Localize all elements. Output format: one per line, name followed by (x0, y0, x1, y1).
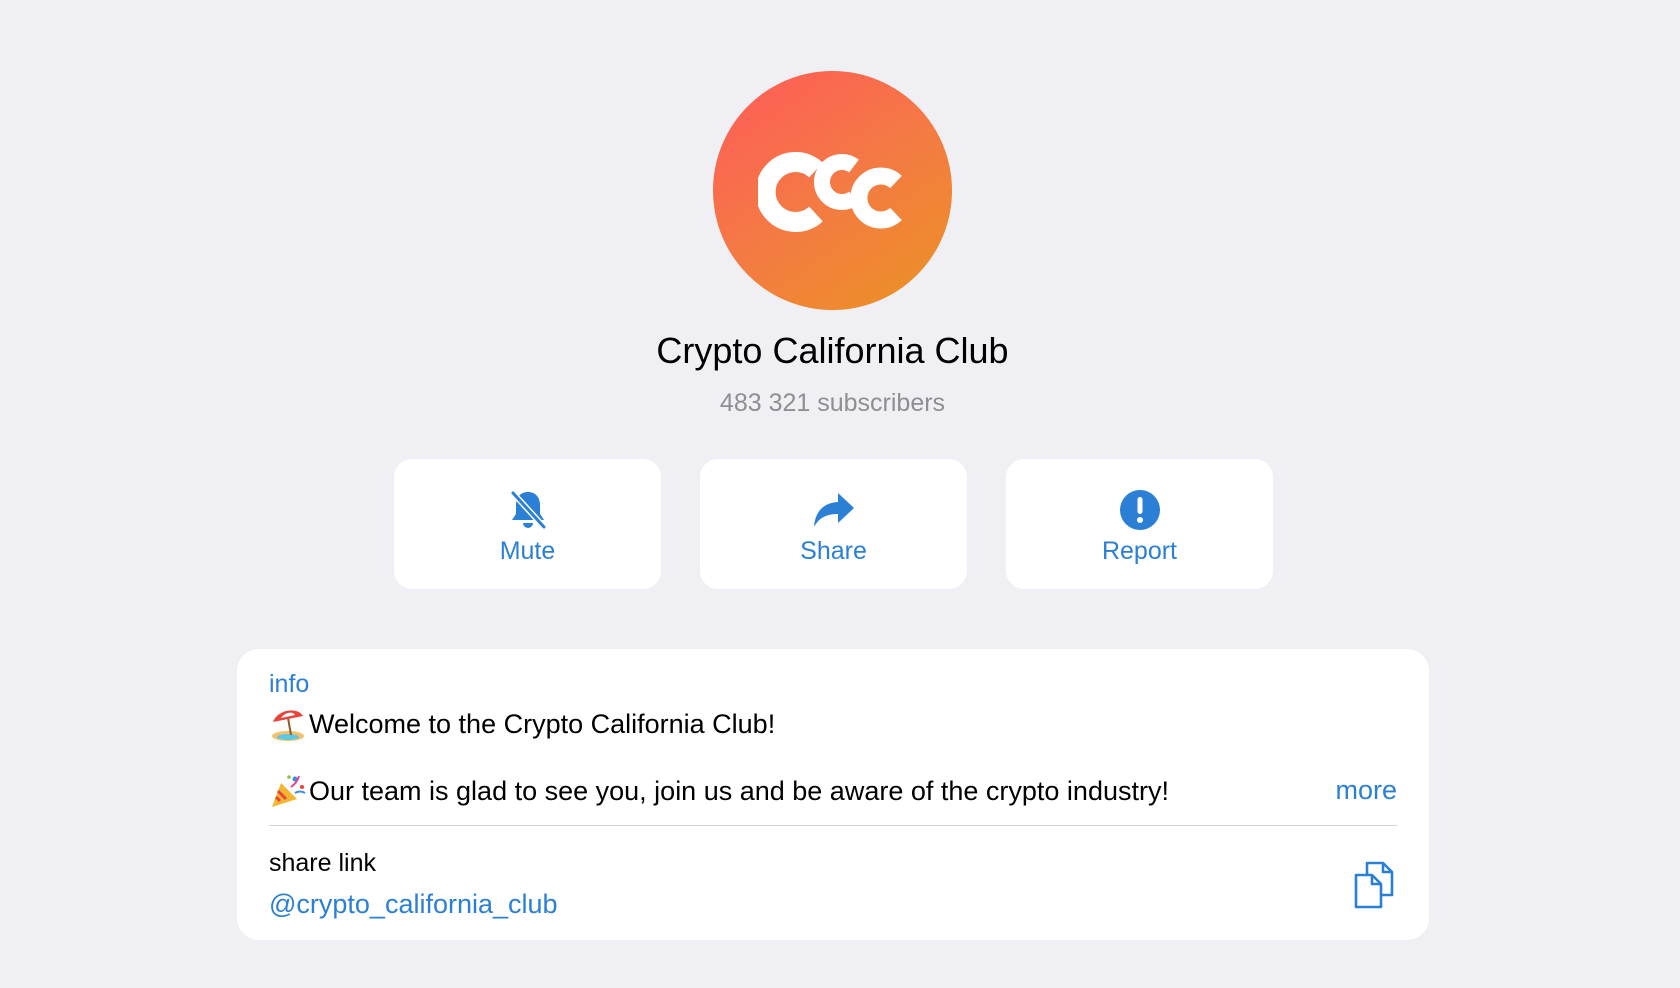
divider (269, 825, 1397, 826)
subscriber-count: 483 321 subscribers (719, 389, 946, 417)
party-popper-emoji (272, 775, 306, 807)
channel-title: Crypto California Club (656, 330, 1009, 371)
info-card: info Welcome to the Crypto California Cl… (237, 649, 1429, 940)
share-button[interactable]: Share (700, 459, 967, 589)
share-label: Share (800, 537, 867, 565)
more-link[interactable]: more (1335, 775, 1397, 806)
description-text: Our team is glad to see you, join us and… (309, 775, 1169, 806)
ccc-logo-icon (757, 151, 902, 232)
mute-button[interactable]: Mute (394, 459, 661, 589)
bell-slash-icon (505, 487, 551, 533)
info-section-label: info (269, 670, 310, 698)
report-button[interactable]: Report (1006, 459, 1273, 589)
description-line: Our team is glad to see you, join us and… (269, 773, 1169, 809)
exclamation-circle-icon (1117, 487, 1163, 533)
share-arrow-icon (811, 487, 857, 533)
share-link-value[interactable]: @crypto_california_club (269, 889, 558, 920)
beach-umbrella-emoji (272, 710, 304, 741)
share-link-label: share link (269, 849, 376, 877)
copy-icon[interactable] (1353, 861, 1395, 909)
channel-profile-page: Crypto California Club 483 321 subscribe… (0, 0, 1680, 988)
description-line: Welcome to the Crypto California Club! (269, 706, 775, 742)
channel-avatar (713, 71, 952, 310)
description-text: Welcome to the Crypto California Club! (309, 708, 776, 739)
report-label: Report (1101, 537, 1178, 565)
mute-label: Mute (499, 537, 556, 565)
